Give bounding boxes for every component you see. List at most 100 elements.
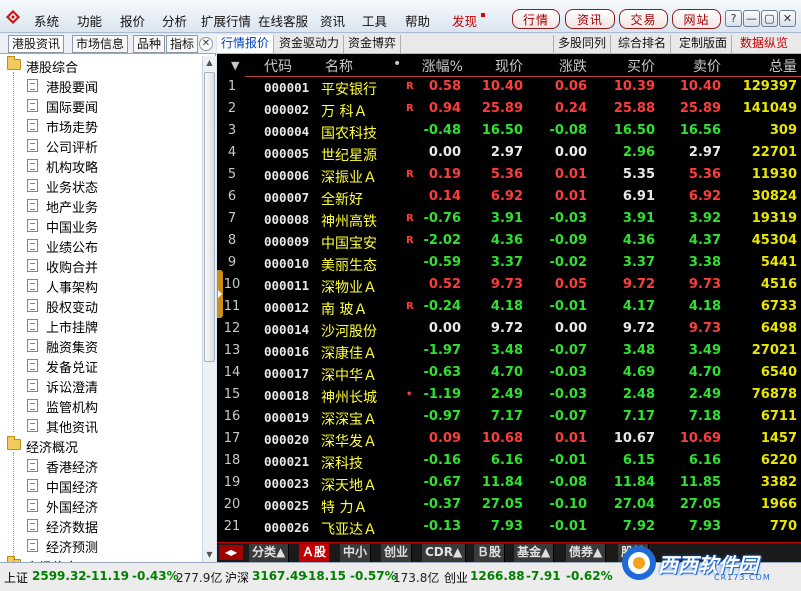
tab-hk-news[interactable]: 港股资讯 [8,35,65,53]
tree-item[interactable]: 中国经济 [0,476,202,496]
tree-item[interactable]: 收购合并 [0,256,202,276]
tab-indicators[interactable]: 指标 [166,35,199,53]
col-code[interactable]: 代码 [264,56,292,76]
col-price[interactable]: 现价 [495,56,523,76]
col-name[interactable]: 名称 [325,56,353,76]
table-row[interactable]: 2 000002 万 科Ａ R 0.94 25.89 0.24 25.88 25.89 14104… [217,99,801,121]
tree-item[interactable]: 国际要闻 [0,96,202,116]
tab-capital-drive[interactable]: 资金驱动力 [275,35,345,53]
cy-index-label[interactable]: 创业 [444,569,468,586]
tree-item[interactable]: 地产业务 [0,196,202,216]
tree-item[interactable]: 经济数据 [0,516,202,536]
tree-item[interactable]: 股权变动 [0,296,202,316]
table-row[interactable]: 9 000010 美丽生态 -0.59 3.37 -0.02 3.37 3.38 5441 [217,253,801,275]
table-row[interactable]: 7 000008 神州高铁 R -0.76 3.91 -0.03 3.91 3.92 19319 [217,209,801,231]
help-icon[interactable]: ? [725,10,742,27]
tab-b-share[interactable]: Ｂ股 [474,544,506,562]
table-row[interactable]: 11 000012 南 玻Ａ R -0.24 4.18 -0.01 4.17 4.18 6733 [217,297,801,319]
sh-index-label[interactable]: 上证 [4,569,28,586]
minimize-icon[interactable]: — [743,10,760,27]
col-volume[interactable]: 总量 [769,56,797,76]
tree-folder[interactable]: 经济概况 [0,436,202,456]
tree-item[interactable]: 融资集资 [0,336,202,356]
col-bid[interactable]: 买价 [627,56,655,76]
menu-quote[interactable]: 报价 [120,11,145,30]
col-change-pct[interactable]: 涨幅% [422,56,463,76]
tree-item[interactable]: 中国业务 [0,216,202,236]
scroll-up-icon[interactable]: ▲ [203,56,216,70]
table-row[interactable]: 17 000020 深华发Ａ 0.09 10.68 0.01 10.67 10.69 1457 [217,429,801,451]
table-row[interactable]: 1 000001 平安银行 R 0.58 10.40 0.06 10.39 10.40 12939… [217,77,801,99]
menu-news[interactable]: 资讯 [320,11,345,30]
tab-capital-game[interactable]: 资金博弈 [344,35,402,53]
table-row[interactable]: 16 000019 深深宝Ａ -0.97 7.17 -0.07 7.17 7.18 6711 [217,407,801,429]
tab-cdr[interactable]: CDR▲ [422,544,467,562]
news-button[interactable]: 资讯 [565,9,615,29]
col-change[interactable]: 涨跌 [559,56,587,76]
tab-instruments[interactable]: 品种 [133,35,166,53]
scrollbar-thumb[interactable] [204,72,215,362]
table-row[interactable]: 18 000021 深科技 -0.16 6.16 -0.01 6.15 6.16 6220 [217,451,801,473]
tab-fund[interactable]: 基金▲ [514,544,555,562]
sort-icon[interactable]: ▼ [231,59,239,72]
tree-item[interactable]: 香港经济 [0,456,202,476]
table-row[interactable]: 12 000014 沙河股份 0.00 9.72 0.00 9.72 9.73 6498 [217,319,801,341]
tree-item[interactable]: 业务状态 [0,176,202,196]
tree-item[interactable]: 上市挂牌 [0,316,202,336]
tab-quote-list[interactable]: 行情报价 [217,35,275,53]
menu-analysis[interactable]: 分析 [162,11,187,30]
table-row[interactable]: 14 000017 深中华Ａ -0.63 4.70 -0.03 4.69 4.70 6540 [217,363,801,385]
tree-scrollbar[interactable]: ▲ ▼ [202,56,216,562]
tab-sme[interactable]: 中小 [340,544,372,562]
tree-item[interactable]: 港股要闻 [0,76,202,96]
table-row[interactable]: 10 000011 深物业Ａ 0.52 9.73 0.05 9.72 9.73 4516 [217,275,801,297]
menu-help[interactable]: 帮助 [405,11,430,30]
tree-item[interactable]: 公司评析 [0,136,202,156]
panel-close-icon[interactable]: ✕ [199,37,213,51]
tree-item[interactable]: 诉讼澄清 [0,376,202,396]
menu-extended-quote[interactable]: 扩展行情 [201,11,251,30]
table-row[interactable]: 5 000006 深振业Ａ R 0.19 5.36 0.01 5.35 5.36 11930 [217,165,801,187]
table-row[interactable]: 4 000005 世纪星源 0.00 2.97 0.00 2.96 2.97 22701 [217,143,801,165]
tree-item[interactable]: 市场走势 [0,116,202,136]
col-ask[interactable]: 卖价 [693,56,721,76]
tab-scroll-arrows-icon[interactable]: ◀▶ [219,545,243,560]
hs-index-label[interactable]: 沪深 [225,569,249,586]
menu-tools[interactable]: 工具 [362,11,387,30]
discover-menu[interactable]: 发现 [452,11,477,30]
maximize-icon[interactable]: ▢ [761,10,778,27]
tree-item[interactable]: 人事架构 [0,276,202,296]
table-row[interactable]: 20 000025 特 力Ａ -0.37 27.05 -0.10 27.04 27.05 196… [217,495,801,517]
menu-system[interactable]: 系统 [34,11,59,30]
panel-splitter-handle[interactable] [217,270,223,318]
table-row[interactable]: 21 000026 飞亚达Ａ -0.13 7.93 -0.01 7.92 7.93 770 [217,517,801,539]
website-button[interactable]: 网站 [672,9,721,29]
table-row[interactable]: 8 000009 中国宝安 R -2.02 4.36 -0.09 4.36 4.37 45304 [217,231,801,253]
tab-ranking[interactable]: 综合排名 [614,35,672,53]
table-row[interactable]: 6 000007 全新好 0.14 6.92 0.01 6.91 6.92 30824 [217,187,801,209]
menu-online-service[interactable]: 在线客服 [258,11,308,30]
table-row[interactable]: 19 000023 深天地Ａ -0.67 11.84 -0.08 11.84 11.85 338… [217,473,801,495]
tab-a-share[interactable]: Ａ股 [299,544,331,562]
table-row[interactable]: 3 000004 国农科技 -0.48 16.50 -0.08 16.50 16.56 309 [217,121,801,143]
trade-button[interactable]: 交易 [619,9,668,29]
tree-item[interactable]: 其他资讯 [0,416,202,436]
tab-data-overview[interactable]: 数据纵览 [736,35,792,53]
tree-folder[interactable]: 港股综合 [0,56,202,76]
menu-function[interactable]: 功能 [77,11,102,30]
tree-item[interactable]: 外国经济 [0,496,202,516]
quote-button[interactable]: 行情 [512,9,560,29]
tab-category[interactable]: 分类▲ [249,544,290,562]
tree-item[interactable]: 监管机构 [0,396,202,416]
tree-item[interactable]: 业绩公布 [0,236,202,256]
scroll-down-icon[interactable]: ▼ [203,548,216,562]
tab-custom-layout[interactable]: 定制版面 [675,35,733,53]
tab-bond[interactable]: 债券▲ [566,544,607,562]
table-row[interactable]: 15 000018 神州长城 • -1.19 2.49 -0.03 2.48 2.49 76878 [217,385,801,407]
table-row[interactable]: 13 000016 深康佳Ａ -1.97 3.48 -0.07 3.48 3.49 27021 [217,341,801,363]
tab-multi-stock[interactable]: 多股同列 [553,35,612,53]
tree-item[interactable]: 发备兑证 [0,356,202,376]
tab-chinext[interactable]: 创业 [381,544,413,562]
tree-item[interactable]: 机构攻略 [0,156,202,176]
tree-item[interactable]: 经济预测 [0,536,202,556]
